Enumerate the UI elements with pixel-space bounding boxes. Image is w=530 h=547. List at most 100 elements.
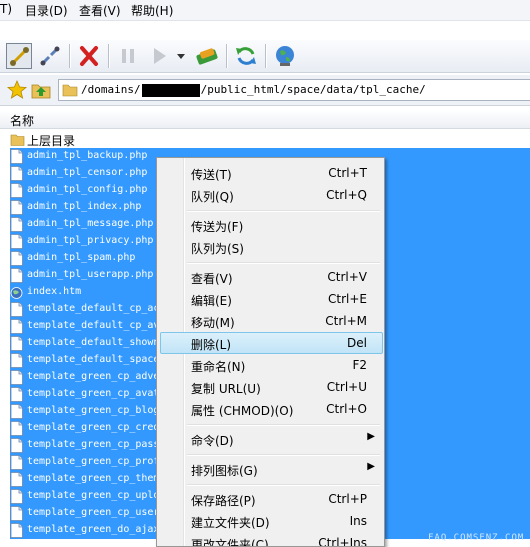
menu-item-p[interactable]: 保存路径(P) Ctrl+P [160, 488, 383, 510]
globe-icon [276, 46, 294, 66]
file-name: admin_tpl_userapp.php [27, 269, 154, 280]
menu-view[interactable]: 查看(V) [79, 2, 121, 19]
menu-item-shortcut: Del [347, 336, 367, 350]
folder-icon [62, 84, 78, 97]
transfer-mode-icon [196, 48, 218, 65]
file-icon [10, 404, 23, 419]
menu-item-m[interactable]: 移动(M) Ctrl+M [160, 310, 383, 332]
menu-item-s[interactable]: 队列为(S) [160, 236, 383, 258]
play-button[interactable] [146, 43, 172, 69]
stop-icon [80, 46, 98, 66]
column-header-name[interactable]: 名称 [0, 110, 530, 129]
file-name: template_green_cp_blog [27, 405, 160, 416]
menu-item-shortcut: Ctrl+O [326, 402, 367, 416]
file-name: admin_tpl_privacy.php [27, 235, 154, 246]
refresh-icon [236, 47, 256, 65]
list-item-parent-directory[interactable]: 上层目录 [10, 131, 530, 148]
menu-help[interactable]: 帮助(H) [131, 2, 173, 19]
favorites-button[interactable] [6, 79, 28, 101]
submenu-arrow-icon: ▶ [367, 431, 375, 442]
menu-item-label: 传送(T) [191, 168, 232, 182]
file-name: template_green_cp_them [27, 473, 160, 484]
menu-separator [187, 484, 380, 486]
file-icon [10, 438, 23, 453]
menu-bar: T) 目录(D) 查看(V) 帮助(H) [0, 0, 530, 21]
path-bar: /domains//public_html/space/data/tpl_cac… [0, 75, 530, 106]
menu-item-d[interactable]: 建立文件夹(D) Ins [160, 510, 383, 532]
file-icon [10, 489, 23, 504]
file-name: admin_tpl_message.php [27, 218, 154, 229]
path-input[interactable]: /domains//public_html/space/data/tpl_cac… [58, 79, 530, 101]
menu-tools[interactable]: T) [0, 2, 12, 16]
menu-item-l[interactable]: 删除(L) Del [160, 332, 383, 354]
file-icon [10, 217, 23, 232]
file-name: template_green_cp_adve [27, 371, 160, 382]
menu-item-shortcut: Ctrl+E [328, 292, 367, 306]
menu-item-c[interactable]: 更改文件夹(C) Ctrl+Ins [160, 532, 383, 546]
file-name: template_default_space [27, 354, 160, 365]
file-name: template_green_do_ajax [27, 524, 160, 535]
path-text: /domains//public_html/space/data/tpl_cac… [81, 83, 426, 97]
toolbar-separator [226, 44, 228, 68]
menu-directory[interactable]: 目录(D) [25, 2, 68, 19]
menu-item-d[interactable]: 命令(D) ▶ [160, 428, 383, 450]
menu-item-q[interactable]: 队列(Q) Ctrl+Q [160, 184, 383, 206]
menu-item-chmodo[interactable]: 属性 (CHMOD)(O) Ctrl+O [160, 398, 383, 420]
menu-item-n[interactable]: 重命名(N) F2 [160, 354, 383, 376]
menu-item-f[interactable]: 传送为(F) [160, 214, 383, 236]
play-dropdown[interactable] [174, 43, 188, 69]
file-icon [10, 421, 23, 436]
context-menu: 传送(T) Ctrl+T 队列(Q) Ctrl+Q 传送为(F) 队列为(S) 查看(V) C… [156, 157, 385, 547]
file-name: template_default_cp_ac [27, 303, 160, 314]
menu-item-label: 保存路径(P) [191, 494, 256, 508]
menu-separator [187, 262, 380, 264]
file-icon [10, 302, 23, 317]
menu-item-urlu[interactable]: 复制 URL(U) Ctrl+U [160, 376, 383, 398]
star-icon [6, 79, 28, 99]
menu-item-v[interactable]: 查看(V) Ctrl+V [160, 266, 383, 288]
disconnect-button[interactable] [37, 43, 63, 69]
file-icon [10, 268, 23, 283]
file-name: template_default_shown [27, 337, 160, 348]
menu-item-label: 查看(V) [191, 272, 233, 286]
toolbar-separator [265, 44, 267, 68]
column-header-label: 名称 [10, 114, 35, 128]
menu-item-label: 移动(M) [191, 316, 235, 330]
transfer-mode-button[interactable] [194, 43, 220, 69]
menu-item-label: 属性 (CHMOD)(O) [191, 404, 294, 418]
file-name: admin_tpl_spam.php [27, 252, 136, 263]
menu-item-e[interactable]: 编辑(E) Ctrl+E [160, 288, 383, 310]
file-name: template_green_cp_user [27, 507, 160, 518]
menu-item-shortcut: Ctrl+U [326, 380, 367, 394]
menu-separator [187, 454, 380, 456]
file-name: template_green_cp_uplo [27, 490, 160, 501]
refresh-button[interactable] [233, 43, 259, 69]
menu-item-t[interactable]: 传送(T) Ctrl+T [160, 162, 383, 184]
stop-button[interactable] [76, 43, 102, 69]
menu-item-shortcut: Ctrl+M [325, 314, 367, 328]
file-name: template_green_cp_avat [27, 388, 160, 399]
site-button[interactable] [272, 43, 298, 69]
pause-button[interactable] [115, 43, 141, 69]
up-directory-button[interactable] [30, 79, 52, 101]
file-name: admin_tpl_backup.php [27, 150, 148, 161]
menu-item-label: 复制 URL(U) [191, 382, 261, 396]
submenu-arrow-icon: ▶ [367, 461, 375, 472]
menu-item-shortcut: F2 [352, 358, 367, 372]
folder-icon [10, 134, 25, 146]
connect-button[interactable] [6, 43, 32, 69]
file-name: template_green_cp_pass [27, 439, 160, 450]
watermark: FAQ.COMSENZ.COM [428, 533, 525, 543]
file-icon [10, 149, 23, 164]
file-name: admin_tpl_config.php [27, 184, 148, 195]
file-icon [10, 472, 23, 487]
menu-item-label: 重命名(N) [191, 360, 246, 374]
file-name: template_green_cp_prof [27, 456, 160, 467]
file-icon [10, 336, 23, 351]
file-icon [10, 251, 23, 266]
menu-item-g[interactable]: 排列图标(G) ▶ [160, 458, 383, 480]
file-icon [10, 166, 23, 181]
file-icon [10, 523, 23, 538]
file-name: admin_tpl_index.php [27, 201, 142, 212]
toolbar-separator [69, 44, 71, 68]
